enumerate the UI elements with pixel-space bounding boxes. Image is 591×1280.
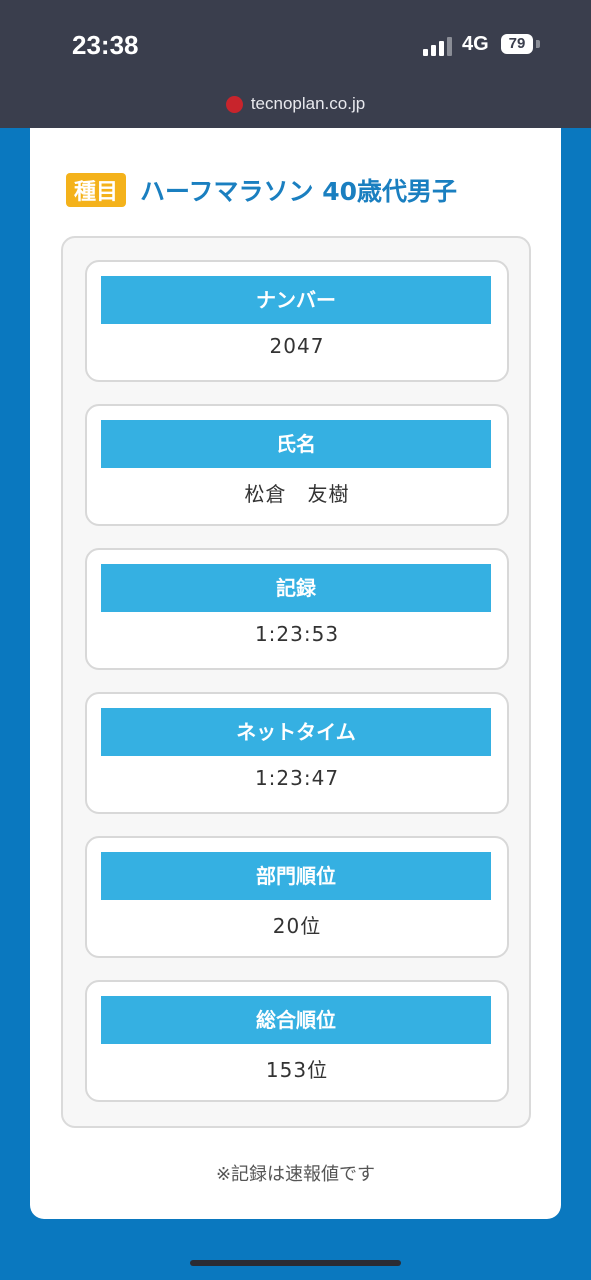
result-item-division-rank: 部門順位 20位: [85, 836, 509, 958]
result-value: 153位: [265, 1058, 329, 1082]
result-value: 20位: [272, 914, 322, 938]
result-value: 1:23:53: [254, 622, 340, 646]
result-label: 記録: [101, 564, 491, 612]
status-bar: 23:38 4G 79 tecnoplan.co.jp: [0, 0, 591, 128]
result-item-overall-rank: 総合順位 153位: [85, 980, 509, 1102]
event-badge: 種目: [66, 173, 127, 207]
result-label: 部門順位: [101, 852, 491, 900]
result-card: 種目 ハーフマラソン 40歳代男子 ナンバー 2047 氏名 松倉 友樹 記録 …: [30, 128, 561, 1219]
signal-icon: [423, 37, 452, 56]
result-label: 氏名: [101, 420, 491, 468]
battery-tip: [536, 40, 540, 48]
home-indicator[interactable]: [190, 1260, 401, 1266]
preliminary-note: ※記録は速報値です: [215, 1164, 376, 1185]
address-bar[interactable]: tecnoplan.co.jp: [0, 94, 591, 118]
network-label: 4G: [462, 33, 489, 55]
status-time: 23:38: [72, 30, 139, 60]
result-value: 1:23:47: [254, 766, 340, 790]
result-value: 2047: [269, 334, 325, 358]
result-value: 松倉 友樹: [244, 482, 350, 506]
event-title: ハーフマラソン 40歳代男子: [140, 177, 458, 206]
url-text: tecnoplan.co.jp: [250, 94, 366, 113]
result-label: 総合順位: [101, 996, 491, 1044]
result-item-record: 記録 1:23:53: [85, 548, 509, 670]
battery-level: 79: [508, 35, 526, 52]
battery-icon: 79: [501, 34, 533, 54]
event-heading: 種目 ハーフマラソン 40歳代男子: [66, 172, 457, 208]
result-label: ネットタイム: [101, 708, 491, 756]
site-favicon-icon: [225, 95, 243, 113]
result-item-number: ナンバー 2047: [85, 260, 509, 382]
result-item-net-time: ネットタイム 1:23:47: [85, 692, 509, 814]
result-label: ナンバー: [101, 276, 491, 324]
result-item-name: 氏名 松倉 友樹: [85, 404, 509, 526]
results-panel: ナンバー 2047 氏名 松倉 友樹 記録 1:23:53 ネットタイム 1:2…: [61, 236, 531, 1128]
